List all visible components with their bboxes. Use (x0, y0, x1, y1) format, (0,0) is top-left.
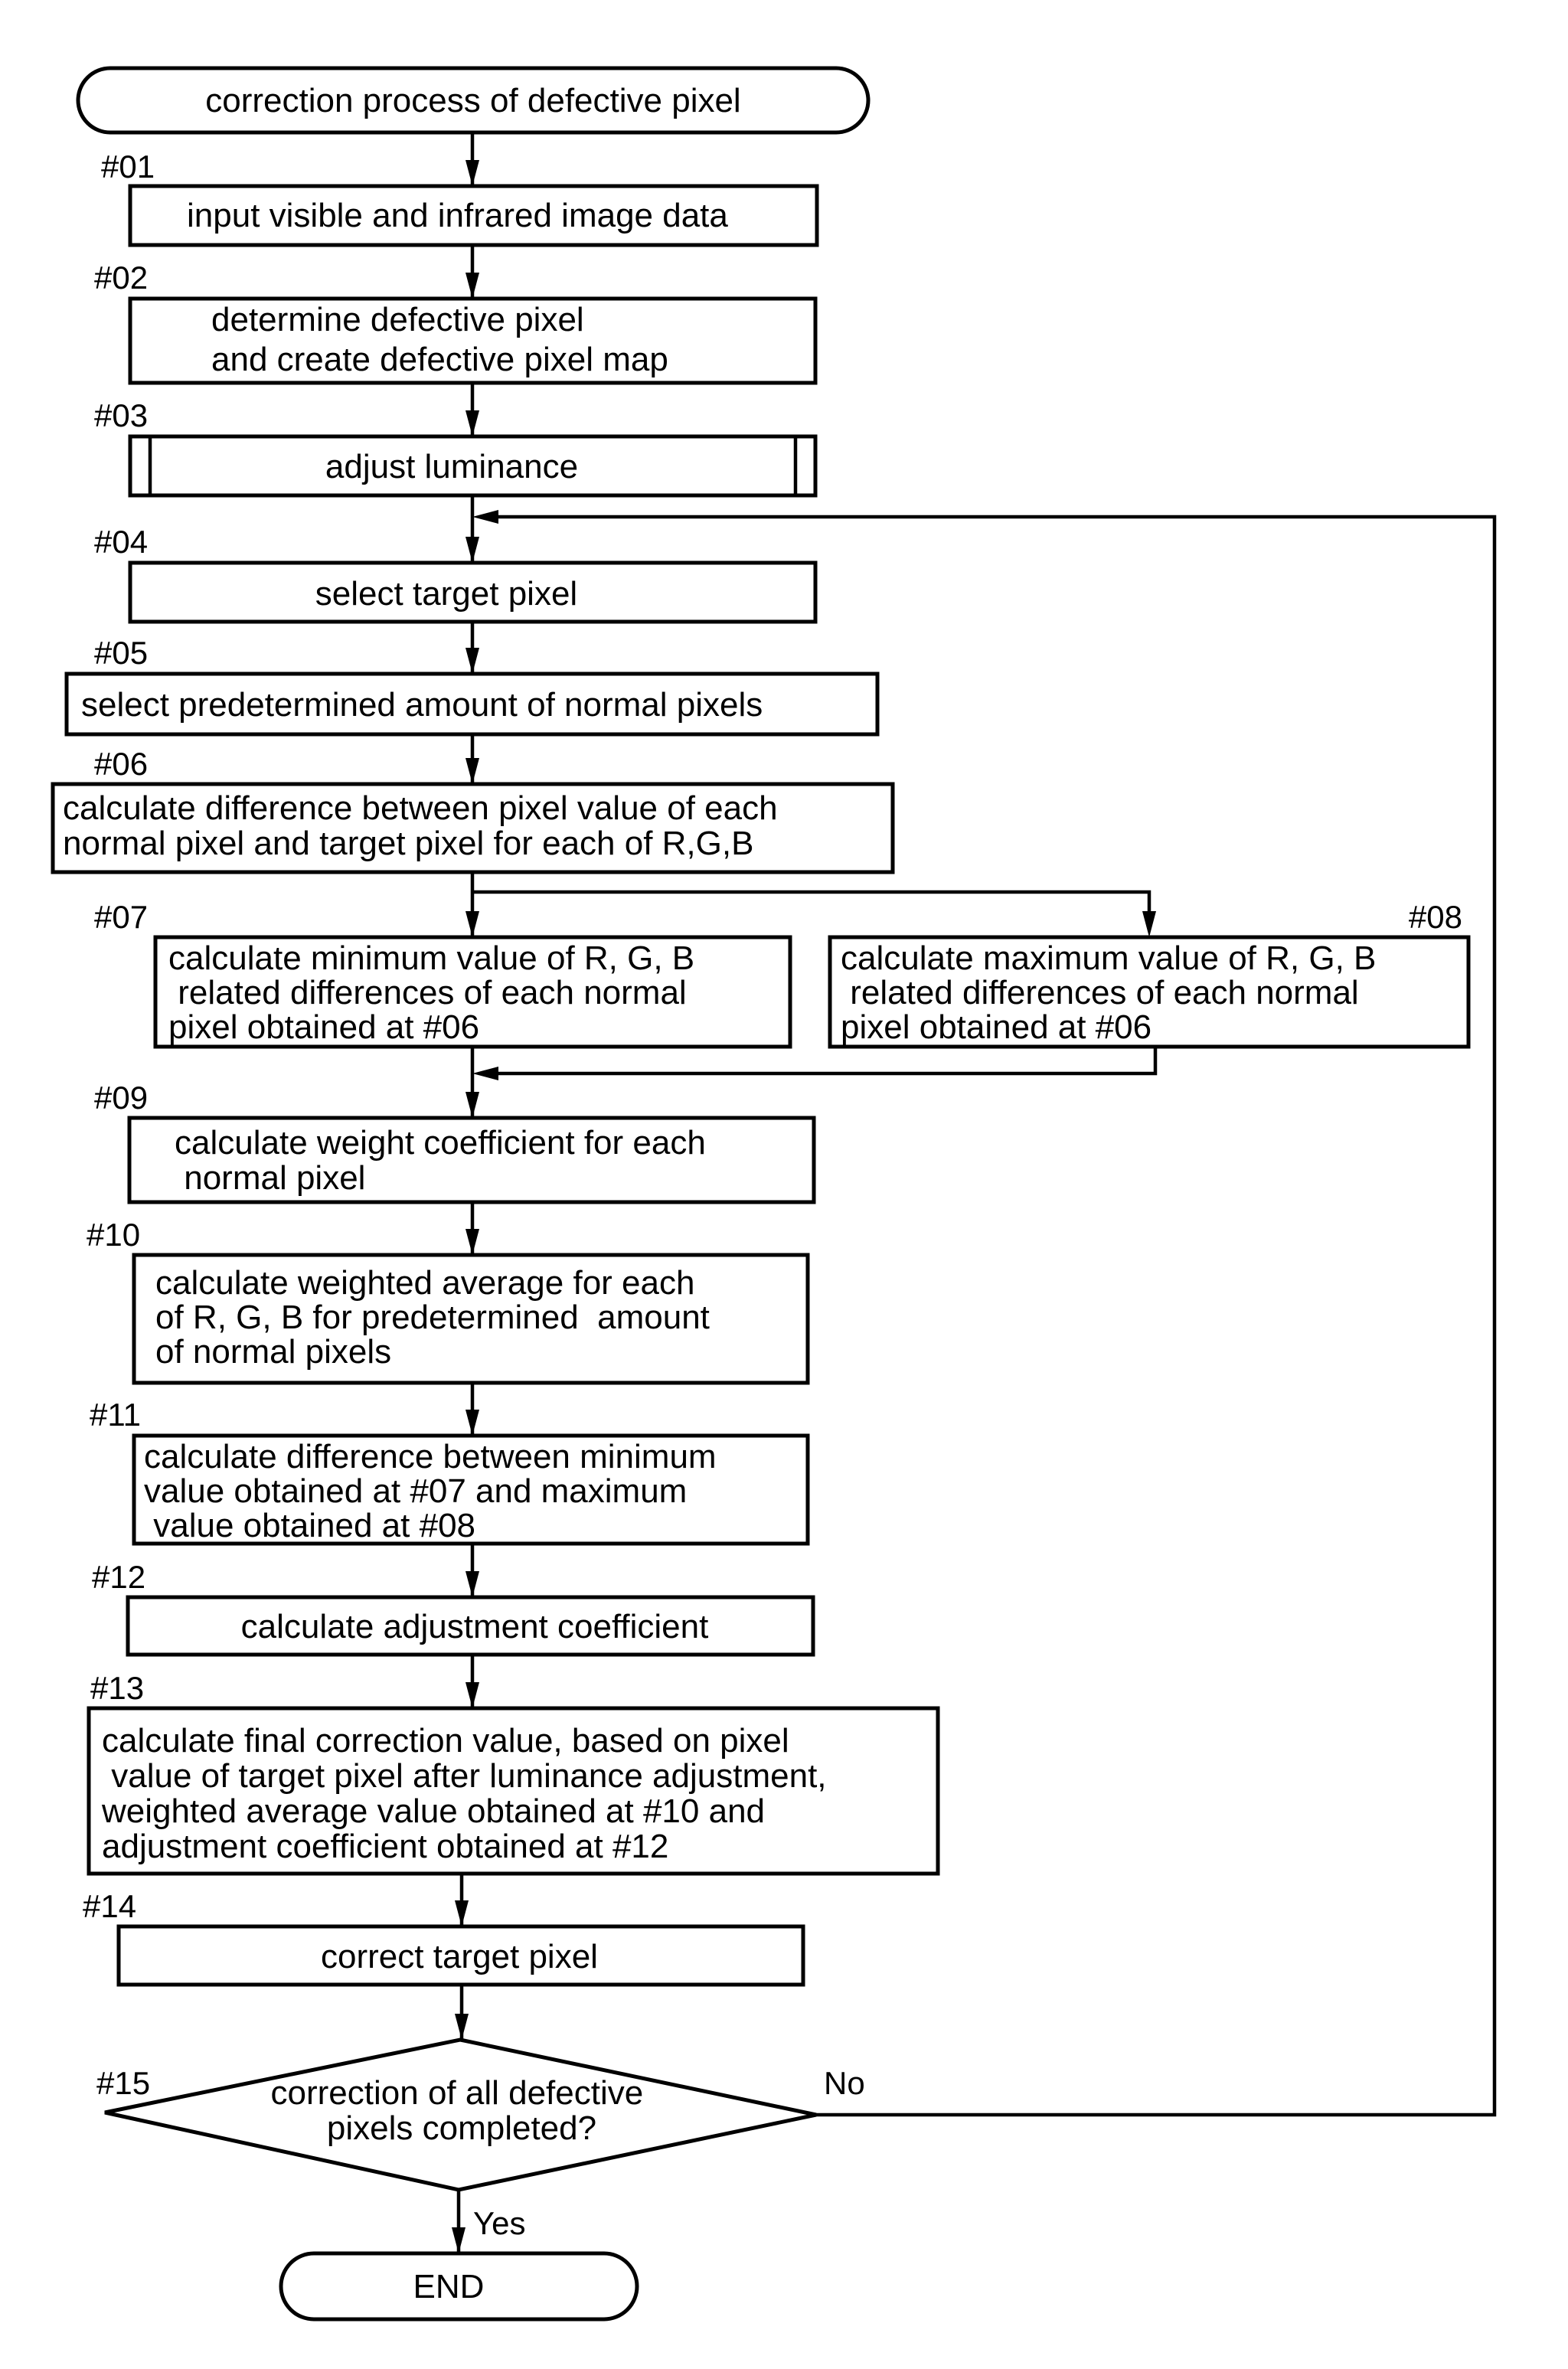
step-09-box: calculate weight coefficient for each no… (127, 1116, 816, 1204)
arrow-no-loop-head (472, 510, 498, 524)
svg-text:select target pixel: select target pixel (315, 575, 577, 613)
step-06-text-line1: calculate difference between pixel value… (63, 789, 778, 827)
step-08-box: calculate maximum value of R, G, B relat… (828, 935, 1471, 1049)
step-13-text-line3: weighted average value obtained at #10 a… (101, 1792, 765, 1830)
step-id-13: #13 (90, 1670, 144, 1706)
step-04-box: select target pixel (128, 560, 818, 624)
step-id-01: #01 (101, 149, 155, 185)
decision-15-diamond: correction of all defective pixels compl… (104, 2037, 817, 2192)
step-id-08: #08 (1409, 899, 1462, 935)
arrow-13-14-head (455, 1900, 469, 1926)
step-10-text-line3: of normal pixels (155, 1333, 391, 1371)
step-id-07: #07 (94, 899, 148, 935)
arrow-01-02-head (466, 273, 479, 299)
arrow-06-08 (472, 890, 1152, 911)
step-08-text-line3: pixel obtained at #06 (841, 1008, 1152, 1046)
step-id-09: #09 (94, 1080, 148, 1116)
arrow-08-merge-head (472, 1067, 498, 1080)
step-id-15: #15 (96, 2065, 150, 2101)
decision-text-line1: correction of all defective (271, 2074, 644, 2112)
svg-text:calculate difference between p: calculate difference between pixel value… (63, 789, 787, 862)
step-07-text-line1: calculate minimum value of R, G, B (168, 939, 694, 977)
step-id-11: #11 (90, 1397, 141, 1433)
step-02-box: determine defective pixel and create def… (128, 296, 818, 385)
start-label: correction process of defective pixel (205, 82, 740, 119)
svg-text:input visible and infrared ima: input visible and infrared image data (187, 197, 728, 234)
step-12-text: calculate adjustment coefficient (241, 1608, 709, 1645)
arrow-14-15-head (455, 2014, 469, 2040)
end-terminal: END (279, 2251, 639, 2322)
arrow-start-01-head (466, 160, 479, 186)
step-03-subroutine-box: adjust luminance (128, 434, 818, 498)
end-label: END (413, 2268, 485, 2305)
step-05-box: select predetermined amount of normal pi… (64, 671, 880, 737)
svg-text:calculate adjustment coefficie: calculate adjustment coefficient (241, 1608, 709, 1645)
step-03-text: adjust luminance (325, 448, 578, 485)
arrow-06-07-head (466, 911, 479, 937)
step-04-text: select target pixel (315, 575, 577, 613)
arrow-07-09-head (466, 1092, 479, 1118)
arrow-04-05-head (466, 648, 479, 674)
step-13-text-line2: value of target pixel after luminance ad… (102, 1757, 827, 1795)
step-07-box: calculate minimum value of R, G, B relat… (153, 935, 792, 1049)
step-01-box: input visible and infrared image data (128, 184, 819, 247)
step-06-box: calculate difference between pixel value… (51, 782, 895, 874)
step-id-06: #06 (94, 746, 148, 782)
step-11-text-line3: value obtained at #08 (144, 1507, 475, 1544)
arrow-yes-end-head (452, 2227, 466, 2253)
svg-text:correct target pixel: correct target pixel (321, 1938, 598, 1975)
step-02-text-line1: determine defective pixel (211, 301, 584, 338)
step-id-02: #02 (94, 260, 148, 296)
step-13-box: calculate final correction value, based … (87, 1706, 940, 1876)
svg-text:adjust luminance: adjust luminance (325, 448, 578, 485)
arrow-05-06-head (466, 758, 479, 784)
arrow-10-11-head (466, 1410, 479, 1436)
step-10-text-line2: of R, G, B for predetermined amount (155, 1299, 710, 1336)
step-13-text-line4: adjustment coefficient obtained at #12 (102, 1828, 668, 1865)
step-id-10: #10 (87, 1217, 140, 1253)
step-id-04: #04 (94, 524, 148, 560)
step-08-text-line2: related differences of each normal (841, 974, 1359, 1011)
svg-text:correction of all defective: correction of all defective pixels compl… (271, 2074, 653, 2147)
step-14-box: correct target pixel (116, 1924, 805, 1987)
decision-text-line2: pixels completed? (327, 2109, 596, 2147)
arrow-03-04-head (466, 537, 479, 563)
decision-yes-label: Yes (473, 2205, 526, 2241)
step-id-05: #05 (94, 635, 148, 671)
start-terminal: correction process of defective pixel (76, 66, 871, 135)
step-08-text-line1: calculate maximum value of R, G, B (841, 939, 1376, 977)
svg-text:select predetermined amount of: select predetermined amount of normal pi… (81, 686, 763, 724)
step-id-03: #03 (94, 397, 148, 433)
arrow-09-10-head (466, 1229, 479, 1255)
arrow-02-03-head (466, 410, 479, 436)
step-12-box: calculate adjustment coefficient (126, 1595, 815, 1657)
step-14-text: correct target pixel (321, 1938, 598, 1975)
flowchart: correction process of defective pixel #0… (51, 66, 1497, 2322)
step-06-text-line2: normal pixel and target pixel for each o… (63, 825, 753, 862)
arrow-12-13-head (466, 1682, 479, 1708)
step-05-text: select predetermined amount of normal pi… (81, 686, 763, 724)
arrow-06-08-head (1142, 911, 1156, 937)
step-01-text: input visible and infrared image data (187, 197, 728, 234)
step-02-text-line2: and create defective pixel map (211, 341, 668, 378)
step-07-text-line3: pixel obtained at #06 (168, 1008, 479, 1046)
step-09-text-line2: normal pixel (175, 1159, 365, 1197)
step-09-text-line1: calculate weight coefficient for each (175, 1124, 706, 1162)
step-13-text-line1: calculate final correction value, based … (102, 1722, 789, 1760)
arrow-11-12-head (466, 1571, 479, 1597)
decision-no-label: No (824, 2065, 865, 2101)
step-11-text-line2: value obtained at #07 and maximum (144, 1472, 687, 1510)
arrow-08-merge (498, 1047, 1158, 1076)
step-10-box: calculate weighted average for each of R… (132, 1253, 810, 1385)
step-id-12: #12 (92, 1559, 145, 1595)
step-07-text-line2: related differences of each normal (168, 974, 687, 1011)
step-11-box: calculate difference between minimum val… (132, 1433, 810, 1546)
step-10-text-line1: calculate weighted average for each (155, 1264, 694, 1302)
step-11-text-line1: calculate difference between minimum (144, 1438, 717, 1475)
step-id-14: #14 (83, 1888, 136, 1924)
